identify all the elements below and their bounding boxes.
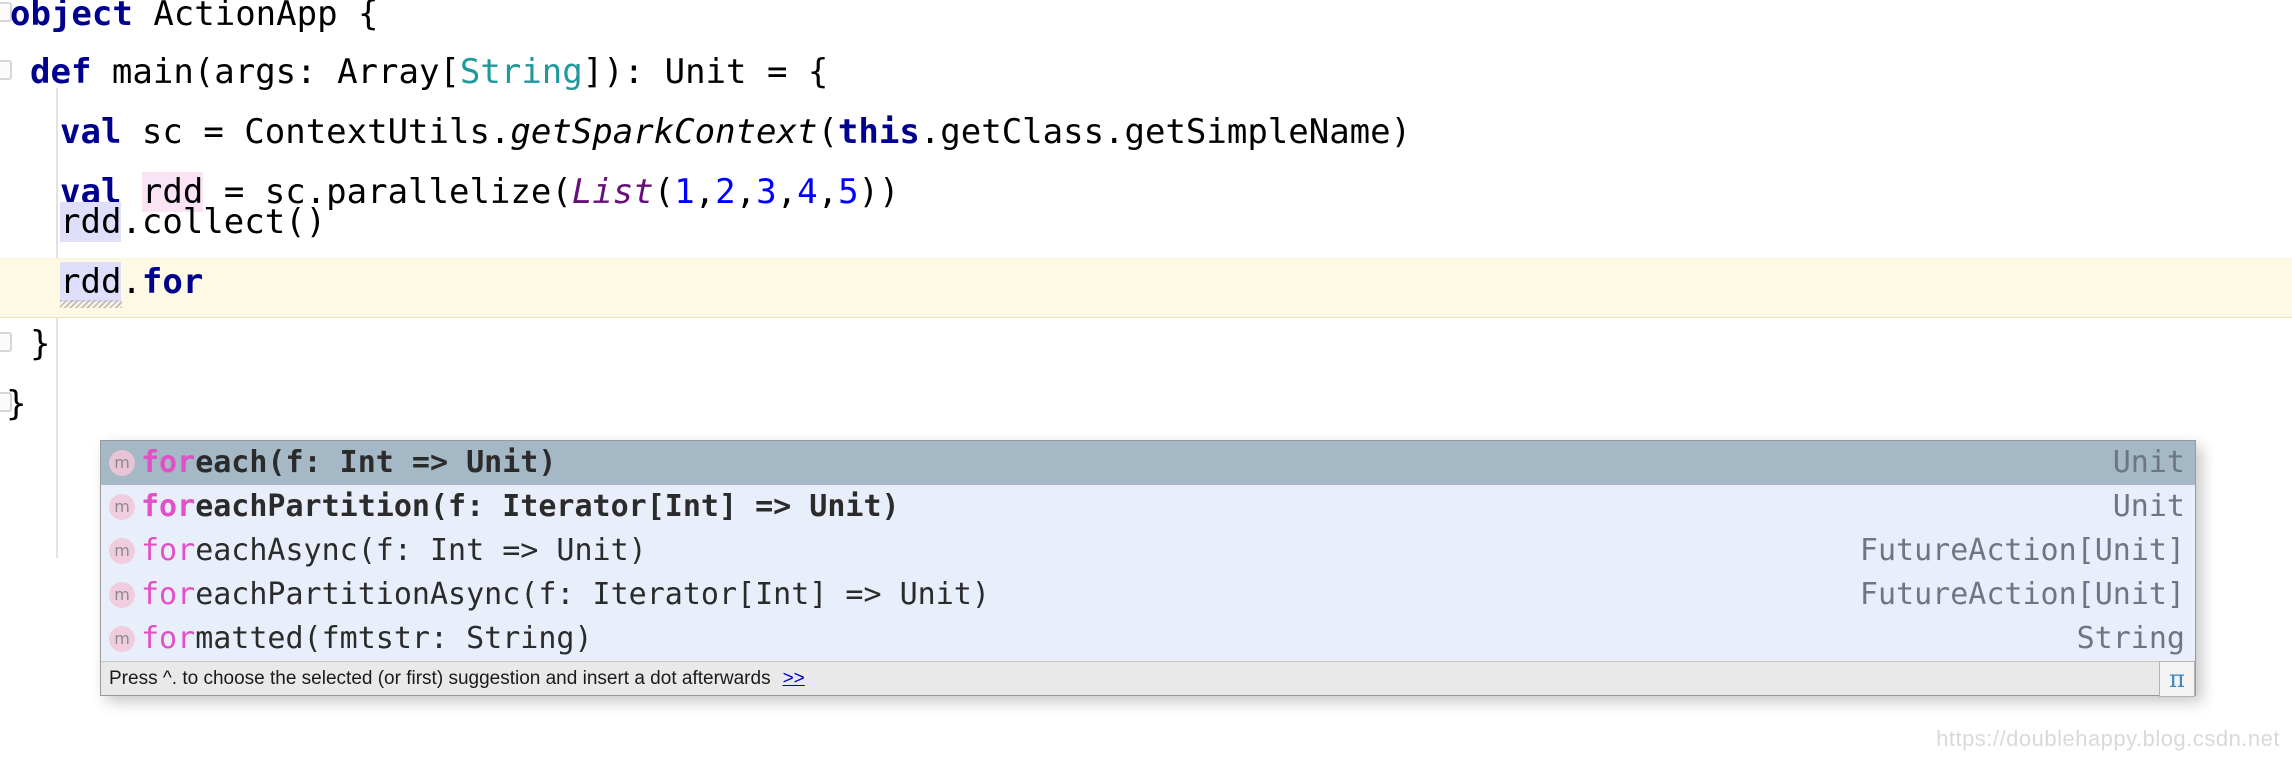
completion-prefix-match: for [141, 489, 196, 524]
identifier-actionapp: ActionApp [153, 0, 338, 34]
number-4: 4 [797, 172, 818, 212]
number-2: 2 [715, 172, 736, 212]
keyword-val: val [60, 112, 122, 152]
completion-prefix-match: for [141, 445, 196, 480]
method-member-icon: m [109, 494, 135, 520]
watermark: https://doublehappy.blog.csdn.net [1936, 726, 2280, 751]
partial-token-for: for [141, 262, 204, 302]
pi-icon[interactable]: π [2159, 661, 2195, 697]
completion-item[interactable]: m foreachPartition(f: Iterator[Int] => U… [101, 485, 2195, 529]
number-1: 1 [674, 172, 695, 212]
code-line-8: } [6, 384, 26, 424]
assign-contextutils: = ContextUtils. [203, 112, 511, 152]
comma: , [817, 172, 839, 212]
keyword-this: this [837, 112, 920, 152]
code-line-5: rdd.collect() [60, 202, 326, 242]
number-5: 5 [838, 172, 859, 212]
error-squiggle [60, 300, 122, 308]
completion-item[interactable]: m foreachAsync(f: Int => Unit) FutureAct… [101, 529, 2195, 573]
code-completion-popup[interactable]: m foreach(f: Int => Unit) Unit m foreach… [100, 440, 2196, 697]
type-list: List [571, 172, 654, 212]
completion-item-rest: eachPartition(f: Iterator[Int] => Unit) [195, 489, 900, 524]
code-line-2: def main(args: Array[String]): Unit = { [30, 52, 828, 92]
completion-return-type: FutureAction[Unit] [1859, 533, 2185, 568]
keyword-object: object [10, 0, 133, 34]
completion-item-signature: foreachAsync(f: Int => Unit) [141, 534, 1836, 568]
type-string: String [459, 52, 583, 92]
comma: , [694, 172, 716, 212]
code-line-3: val sc = ContextUtils.getSparkContext(th… [60, 112, 1411, 152]
brace-open: { [358, 0, 379, 34]
method-member-icon: m [109, 582, 135, 608]
paren-open: ( [653, 172, 675, 212]
completion-item[interactable]: m formatted(fmtstr: String) String [101, 617, 2195, 661]
completion-return-type: String [2076, 621, 2185, 656]
brace-close-outer: } [6, 384, 27, 424]
completion-more-link[interactable]: >> [783, 668, 805, 690]
brace-close-inner: } [30, 324, 51, 364]
completion-item-rest: eachPartitionAsync(f: Iterator[Int] => U… [195, 577, 990, 612]
number-3: 3 [756, 172, 777, 212]
identifier-rdd-usage: rdd [60, 202, 122, 242]
chain-getsimplename: .getClass.getSimpleName) [919, 112, 1412, 152]
completion-item[interactable]: m foreachPartitionAsync(f: Iterator[Int]… [101, 573, 2195, 617]
completion-prefix-match: for [141, 533, 196, 568]
completion-status-bar: Press ^. to choose the selected (or firs… [101, 661, 2195, 697]
keyword-def: def [30, 52, 92, 92]
editor-gutter[interactable] [0, 0, 12, 758]
completion-item-signature: formatted(fmtstr: String) [141, 622, 2053, 656]
code-line-7: } [30, 324, 50, 364]
method-member-icon: m [109, 450, 135, 476]
completion-item-rest: each(f: Int => Unit) [195, 445, 557, 480]
completion-return-type: FutureAction[Unit] [1859, 577, 2185, 612]
code-line-1: object ActionApp { [10, 0, 379, 34]
fold-marker-icon[interactable] [0, 332, 12, 352]
completion-hint-text: Press ^. to choose the selected (or firs… [109, 667, 771, 689]
indent-guide [56, 88, 58, 558]
paren-close: )) [858, 172, 900, 212]
dot: . [121, 262, 142, 302]
paren-open: ( [817, 112, 838, 152]
method-member-icon: m [109, 538, 135, 564]
completion-item-rest: eachAsync(f: Int => Unit) [195, 533, 647, 568]
current-line-highlight [0, 258, 2292, 318]
completion-item[interactable]: m foreach(f: Int => Unit) Unit [101, 441, 2195, 485]
completion-prefix-match: for [141, 621, 196, 656]
fold-marker-icon[interactable] [0, 60, 12, 80]
call-collect: .collect() [121, 202, 327, 242]
signature-main-head: main(args: Array[ [111, 52, 460, 92]
completion-prefix-match: for [141, 577, 196, 612]
identifier-sc: sc [141, 112, 183, 152]
completion-return-type: Unit [2112, 489, 2185, 524]
identifier-rdd-usage: rdd [60, 262, 122, 302]
method-getsparkcontext: getSparkContext [510, 112, 818, 152]
completion-item-rest: matted(fmtstr: String) [195, 621, 593, 656]
signature-main-tail: ]): Unit = { [582, 52, 829, 92]
comma: , [776, 172, 798, 212]
code-line-6: rdd.for [60, 262, 203, 302]
method-member-icon: m [109, 626, 135, 652]
completion-item-signature: foreach(f: Int => Unit) [141, 446, 2089, 480]
completion-item-signature: foreachPartition(f: Iterator[Int] => Uni… [141, 490, 2089, 524]
completion-item-signature: foreachPartitionAsync(f: Iterator[Int] =… [141, 578, 1836, 612]
code-editor[interactable]: object ActionApp { def main(args: Array[… [0, 0, 2292, 758]
comma: , [735, 172, 757, 212]
completion-return-type: Unit [2112, 445, 2185, 480]
